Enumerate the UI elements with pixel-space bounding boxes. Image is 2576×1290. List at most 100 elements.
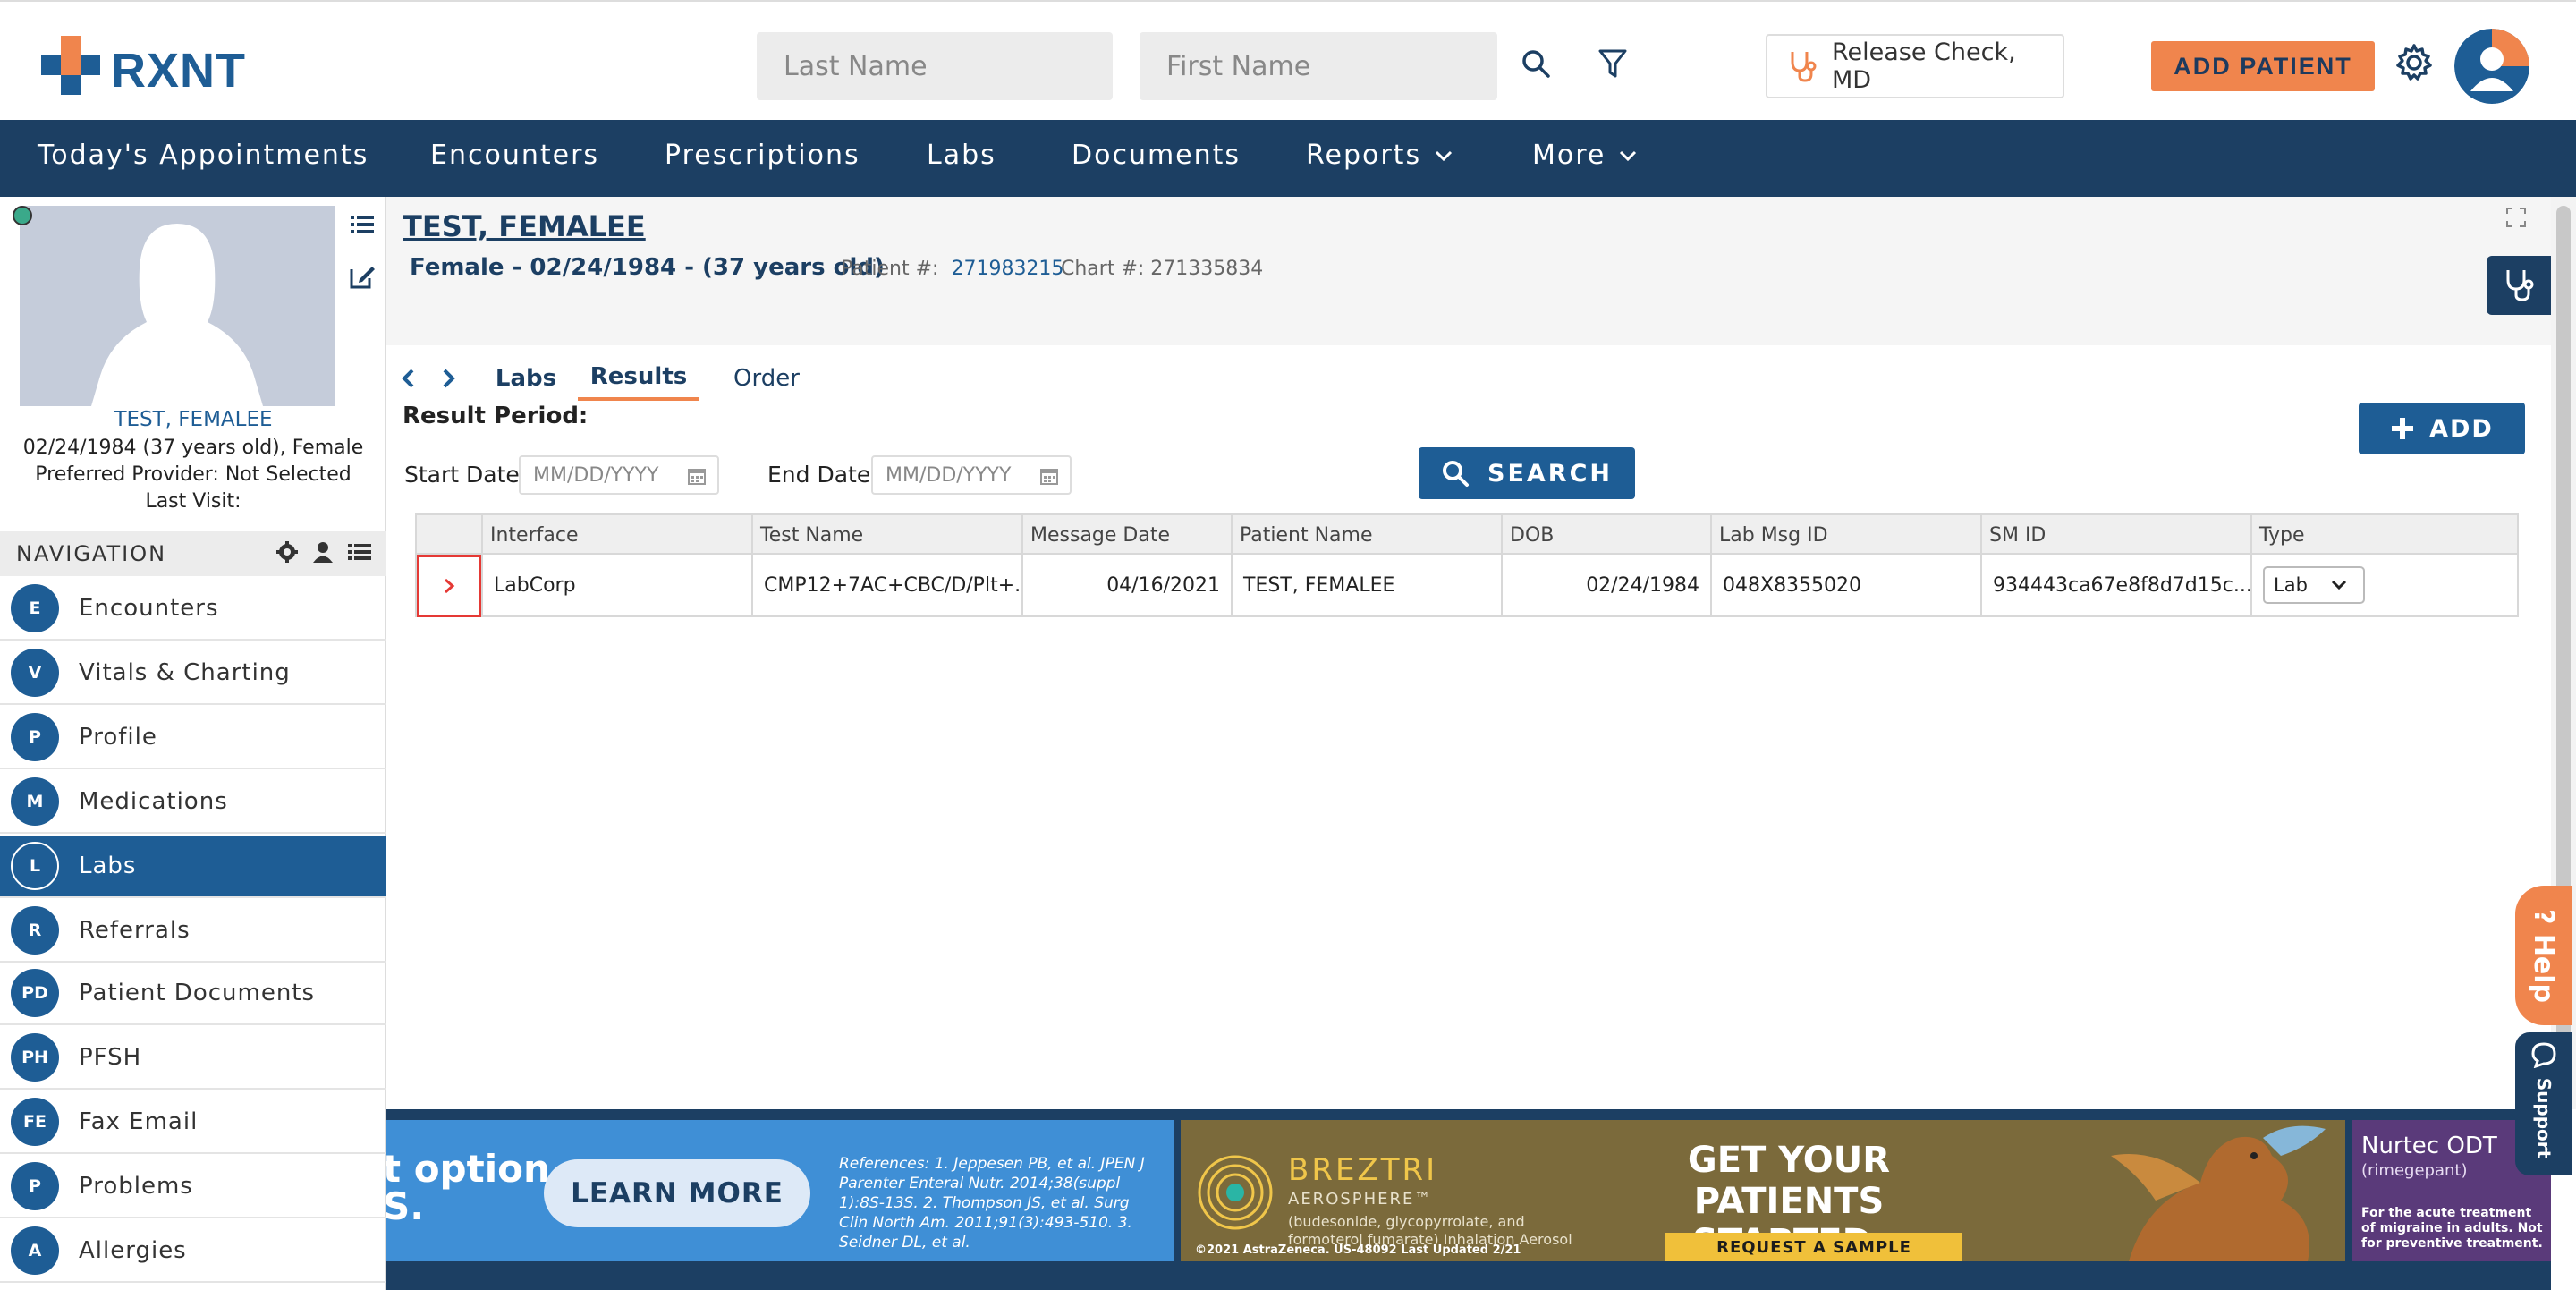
first-name-input[interactable] [1140,32,1497,100]
filter-icon[interactable] [1590,41,1635,86]
sidebar-item-label: Problems [79,1173,193,1200]
stethoscope-icon [2506,270,2534,301]
logo-text: RXNT [111,44,246,98]
add-label: ADD [2429,414,2494,443]
nav-documents[interactable]: Documents [1072,140,1241,171]
sidebar-item-encounters[interactable]: E Encounters [0,578,386,641]
nav-prescriptions[interactable]: Prescriptions [665,140,860,171]
header-type[interactable]: Type [2250,515,2517,555]
calendar-icon[interactable] [1039,466,1059,486]
nav-label: More [1532,140,1606,171]
back-arrow-icon[interactable] [395,365,422,392]
ad1-references: References: 1. Jeppesen PB, et al. JPEN … [839,1155,1145,1252]
list-icon[interactable] [347,540,372,564]
patient-card-dob: 02/24/1984 (37 years old), Female [22,437,364,459]
forward-arrow-icon[interactable] [435,365,462,392]
sidebar-item-label: Profile [79,724,157,751]
sidebar-item-fax-email[interactable]: FE Fax Email [0,1091,386,1154]
patient-number-value[interactable]: 271983215 [951,258,1063,280]
header-expand [417,515,481,555]
row-expand-button[interactable] [417,555,481,617]
list-icon[interactable] [347,209,377,240]
sidebar-item-label: Referrals [79,917,191,944]
header-dob[interactable]: DOB [1501,515,1710,555]
sidebar-item-allergies[interactable]: A Allergies [0,1220,386,1283]
edit-icon[interactable] [347,261,377,292]
sidebar-item-patient-documents[interactable]: PD Patient Documents [0,963,386,1025]
patient-title[interactable]: TEST, FEMALEE [402,209,646,243]
online-status-dot [13,206,32,225]
expand-icon[interactable] [2504,206,2528,229]
nav-labs[interactable]: Labs [927,140,996,171]
patient-photo [20,206,335,406]
nav-badge: PD [11,969,59,1017]
start-date-label: Start Date [404,462,520,488]
person-icon[interactable] [311,540,335,564]
logo-cross-icon [41,36,100,95]
ad-banner-breztri[interactable]: BREZTRI AEROSPHERE™ (budesonide, glycopy… [1181,1120,2345,1261]
start-date-input[interactable]: MM/DD/YYYY [519,455,719,495]
calendar-icon[interactable] [687,466,707,486]
patient-card-name[interactable]: TEST, FEMALEE [0,408,386,431]
search-button[interactable]: SEARCH [1419,447,1635,499]
provider-selector[interactable]: Release Check, MD [1766,34,2064,98]
header-sm-id[interactable]: SM ID [1980,515,2250,555]
sidebar-item-label: PFSH [79,1044,142,1071]
top-header: RXNT Release Check, MD ADD PATIENT [0,0,2576,120]
ad1-headline: t option S. [386,1147,550,1228]
sidebar-item-problems[interactable]: P Problems [0,1156,386,1218]
cell-test-name: CMP12+7AC+CBC/D/Plt+... [751,555,1021,615]
support-tab[interactable]: Support [2515,1032,2572,1175]
ad2-sub: AEROSPHERE™ [1288,1190,1433,1209]
tab-order[interactable]: Order [717,356,816,401]
nav-badge: V [11,649,59,697]
header-patient-name[interactable]: Patient Name [1231,515,1501,555]
sidebar-item-profile[interactable]: P Profile [0,707,386,769]
sidebar-item-medications[interactable]: M Medications [0,771,386,834]
add-patient-button[interactable]: ADD PATIENT [2151,41,2375,91]
dragon-illustration [2111,1125,2326,1261]
header-test-name[interactable]: Test Name [751,515,1021,555]
ad2-footer: ©2021 AstraZeneca. US-48092 Last Updated… [1195,1243,1521,1257]
header-lab-msg-id[interactable]: Lab Msg ID [1710,515,1980,555]
tab-results[interactable]: Results [578,356,699,401]
header-interface[interactable]: Interface [481,515,751,555]
type-select[interactable]: Lab [2263,566,2365,604]
sidebar-item-referrals[interactable]: R Referrals [0,900,386,963]
end-date-input[interactable]: MM/DD/YYYY [871,455,1072,495]
user-avatar[interactable] [2454,29,2529,104]
clinical-tools-button[interactable] [2487,256,2551,315]
patient-card-provider: Preferred Provider: Not Selected [35,463,352,486]
ad-banner-1[interactable]: t option S. LEARN MORE References: 1. Je… [386,1120,1174,1261]
sidebar-item-label: Allergies [79,1237,187,1264]
support-label: Support [2533,1077,2555,1159]
sidebar-item-vitals[interactable]: V Vitals & Charting [0,642,386,705]
gear-icon[interactable] [275,540,299,564]
rxnt-logo[interactable]: RXNT [41,36,256,98]
learn-more-button[interactable]: LEARN MORE [544,1159,810,1227]
settings-gear-icon[interactable] [2393,41,2436,84]
request-sample-button[interactable]: REQUEST A SAMPLE [1665,1233,1962,1261]
nav-label: Labs [927,140,996,171]
sidebar-item-pfsh[interactable]: PH PFSH [0,1027,386,1090]
patient-card-last-visit: Last Visit: [145,490,242,513]
cell-sm-id: 934443ca67e8f8d7d15c... [1980,555,2250,615]
sidebar-item-labs[interactable]: L Labs [0,836,386,898]
sidebar-item-label: Medications [79,788,228,815]
nav-reports[interactable]: Reports [1306,140,1453,171]
navigation-heading: NAVIGATION [0,531,386,576]
nav-todays-appointments[interactable]: Today's Appointments [38,140,369,171]
last-name-input[interactable] [757,32,1113,100]
help-tab[interactable]: ? Help [2515,886,2572,1025]
nav-badge: E [11,584,59,632]
header-message-date[interactable]: Message Date [1021,515,1231,555]
nav-more[interactable]: More [1532,140,1638,171]
cell-patient-name: TEST, FEMALEE [1231,555,1501,615]
search-icon[interactable] [1513,41,1558,86]
labs-breadcrumb[interactable]: Labs [490,356,562,401]
chevron-down-icon [2331,580,2346,590]
add-result-button[interactable]: ADD [2359,403,2525,454]
nav-encounters[interactable]: Encounters [430,140,599,171]
cell-lab-msg-id: 048X8355020 [1710,555,1980,615]
patient-number-label: Patient #: [841,258,939,280]
